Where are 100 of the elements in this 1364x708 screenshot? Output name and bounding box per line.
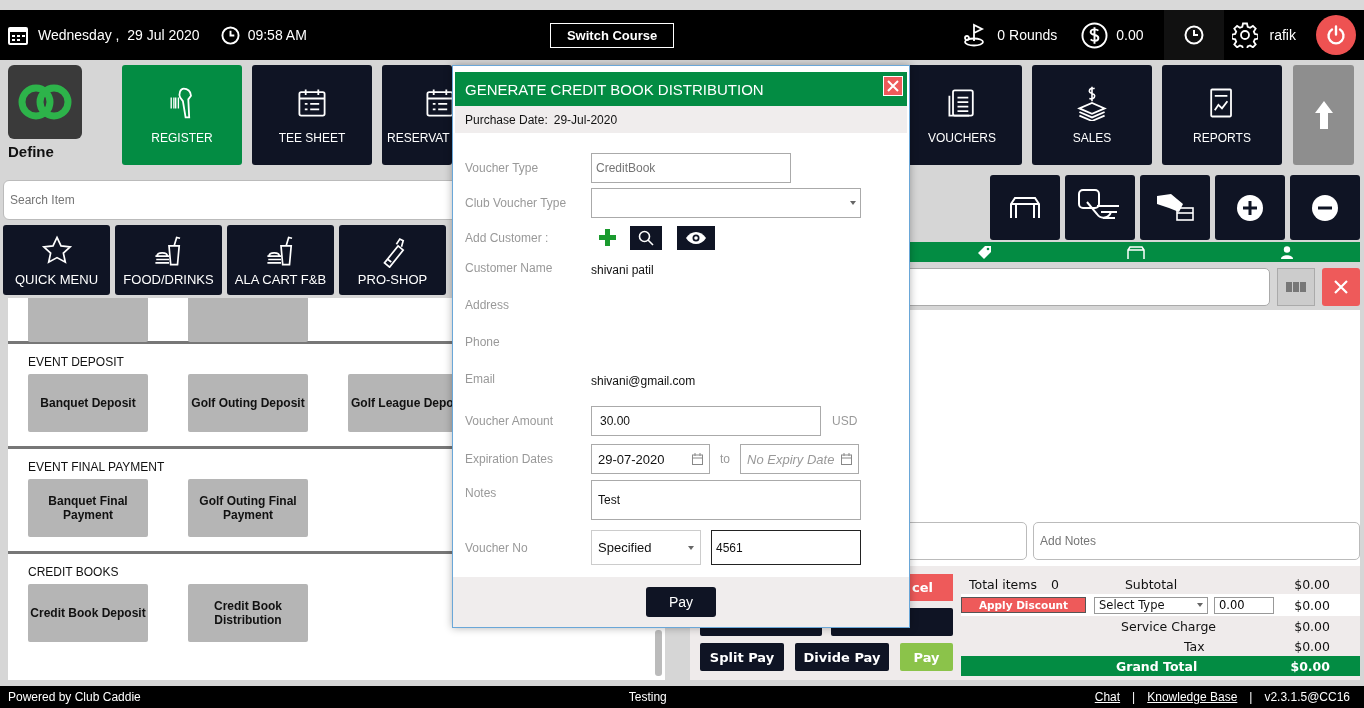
pay-button[interactable]: Pay (646, 587, 716, 617)
item-tile[interactable]: Banquet Final Payment (28, 479, 148, 537)
field-label: Voucher No (465, 540, 529, 555)
eye-icon (685, 230, 707, 245)
nav-tile[interactable]: RESERVAT (382, 65, 452, 165)
currency-label: USD (832, 413, 858, 428)
caret-icon (850, 200, 856, 205)
hand-card-icon (1155, 191, 1195, 224)
dollar-icon (1081, 21, 1109, 49)
history-clock-icon[interactable] (1183, 25, 1204, 45)
balance-text: 0.00 (1116, 27, 1144, 43)
category-tile[interactable]: QUICK MENU (3, 225, 110, 295)
calendar-icon (692, 453, 703, 465)
add-button[interactable] (1215, 175, 1285, 240)
item-tile[interactable] (188, 298, 308, 342)
start-date-field[interactable]: 29-07-2020 (591, 444, 710, 474)
nav-tile[interactable]: REPORTS (1162, 65, 1282, 165)
notes-field[interactable]: Add Notes (1033, 522, 1360, 560)
search-icon (638, 229, 654, 246)
field-label: Address (465, 297, 511, 314)
table-button[interactable] (990, 175, 1060, 240)
cash-stack-icon (1074, 85, 1110, 121)
field-label: Add Customer : (465, 230, 550, 245)
section-heading: EVENT DEPOSIT (28, 355, 125, 369)
plus-circle-icon (1237, 194, 1263, 221)
search-button[interactable] (630, 225, 662, 250)
chat-link[interactable]: Chat (1094, 690, 1121, 704)
discount-amount: $0.00 (1294, 597, 1330, 613)
voucher-no-field[interactable]: 4561 (711, 530, 861, 565)
section-heading: CREDIT BOOKS (28, 565, 120, 579)
item-tile[interactable] (28, 298, 148, 342)
field-label: Club Voucher Type (465, 195, 568, 210)
field-label: Phone (465, 334, 501, 351)
scroll-up-button[interactable] (1293, 65, 1354, 165)
rounds-text: 0 Rounds (997, 27, 1058, 43)
remove-button[interactable] (1290, 175, 1360, 240)
knowledge-base-link[interactable]: Knowledge Base (1147, 690, 1238, 704)
discount-field[interactable]: 0.00 (1214, 596, 1274, 614)
view-button[interactable] (677, 225, 715, 250)
switch-course-button[interactable]: Switch Course (549, 22, 675, 48)
calendar-icon (8, 25, 28, 45)
club-voucher-type-dropdown[interactable] (591, 187, 861, 218)
voucher-type-field[interactable]: CreditBook (591, 152, 791, 183)
service-charge-amount: $0.00 (1294, 618, 1330, 634)
tax-label: Tax (1184, 638, 1205, 654)
purchase-date-label: Purchase Date: (465, 112, 548, 127)
powered-by-text: Powered by Club Caddie (8, 690, 141, 704)
field-label: Voucher Amount (465, 413, 555, 428)
split-pay-button[interactable]: Split Pay (700, 643, 784, 671)
item-tile[interactable]: Credit Book Deposit (28, 584, 148, 642)
table-icon (1007, 195, 1043, 220)
separator-text: | (1132, 690, 1136, 704)
subtotal-label: Subtotal (1124, 576, 1178, 592)
range-separator: to (720, 452, 730, 466)
field-label: Expiration Dates (465, 452, 555, 466)
card-payment-button[interactable] (1140, 175, 1210, 240)
table-icon[interactable] (1125, 245, 1146, 259)
item-tile[interactable]: Golf Outing Final Payment (188, 479, 308, 537)
total-items-label: Total items (969, 576, 1037, 592)
power-button[interactable] (1316, 15, 1356, 55)
touch-button[interactable] (1065, 175, 1135, 240)
item-tile[interactable]: Credit Book Distribution (188, 584, 308, 642)
category-tile[interactable]: PRO-SHOP (339, 225, 446, 295)
grand-total-amount: $0.00 (1290, 658, 1330, 674)
dialog-title: GENERATE CREDIT BOOK DISTRIBUTION (465, 80, 764, 98)
settings-icon[interactable] (1231, 22, 1258, 48)
nav-tile[interactable]: TEE SHEET (252, 65, 372, 165)
nav-tile[interactable]: SALES (1032, 65, 1152, 165)
logo-tile[interactable] (8, 65, 82, 139)
divide-pay-button[interactable]: Divide Pay (795, 643, 889, 671)
total-items-count: 0 (1050, 576, 1059, 592)
purchase-date-value: 29-Jul-2020 (553, 112, 618, 127)
nav-tile[interactable]: REGISTER (122, 65, 242, 165)
arrow-up-icon (1314, 101, 1333, 129)
person-icon[interactable] (1280, 245, 1293, 259)
item-tile[interactable]: Banquet Deposit (28, 374, 148, 432)
power-icon (1326, 25, 1346, 45)
category-tile[interactable]: FOOD/DRINKS (115, 225, 222, 295)
discount-type-dropdown[interactable]: Select Type (1094, 596, 1208, 614)
add-icon[interactable] (599, 229, 616, 246)
field-label: Notes (465, 485, 498, 502)
logo-label: Define (8, 143, 55, 160)
category-tile[interactable]: ALA CART F&B (227, 225, 334, 295)
barcode-icon (1286, 282, 1306, 292)
notes-field[interactable]: Test (591, 480, 861, 520)
close-button[interactable] (883, 76, 903, 96)
tag-icon[interactable] (977, 245, 991, 259)
date-text: Wednesday , 29 Jul 2020 (38, 27, 200, 43)
item-tile[interactable]: Golf Outing Deposit (188, 374, 308, 432)
time-text: 09:58 AM (247, 27, 307, 43)
service-charge-label: Service Charge (1121, 618, 1217, 634)
scrollbar[interactable] (655, 630, 662, 676)
voucher-no-dropdown[interactable]: Specified (591, 530, 701, 565)
close-icon (1334, 280, 1348, 294)
barcode-button[interactable] (1277, 268, 1315, 306)
grand-total-label: Grand Total (1116, 658, 1198, 674)
user-name: rafik (1269, 27, 1296, 43)
clear-button[interactable] (1322, 268, 1360, 306)
field-label: Customer Name (465, 260, 554, 277)
voucher-amount-field[interactable]: 30.00 (591, 405, 821, 436)
